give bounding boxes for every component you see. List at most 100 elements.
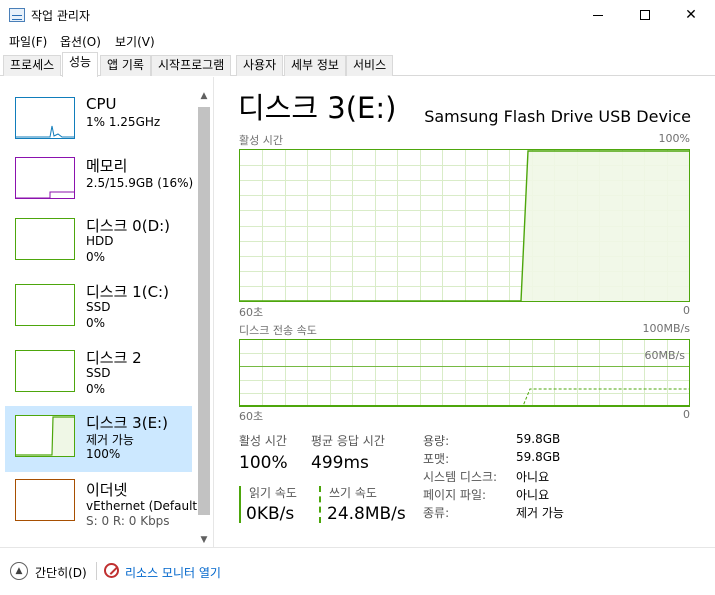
tab-bar: 프로세스 성능 앱 기록 시작프로그램 사용자 세부 정보 서비스 bbox=[0, 52, 715, 77]
sidebar-item-ethernet[interactable]: 이더넷 vEthernet (Default... S: 0 R: 0 Kbps bbox=[5, 477, 209, 543]
sidebar-item-memory[interactable]: 메모리 2.5/15.9GB (16%) bbox=[5, 157, 194, 223]
system-disk-label: 시스템 디스크: bbox=[423, 470, 498, 484]
sidebar-item-disk-2[interactable]: 디스크 2 SSD 0% bbox=[5, 347, 192, 413]
sidebar-item-usage: 0% bbox=[86, 316, 106, 330]
page-file-label: 페이지 파일: bbox=[423, 488, 487, 502]
cpu-thumbnail bbox=[15, 97, 75, 139]
type-label: 종류: bbox=[423, 506, 450, 520]
read-speed-label: 읽기 속도 bbox=[249, 486, 297, 500]
tab-processes[interactable]: 프로세스 bbox=[3, 55, 62, 76]
scroll-down-arrow-icon[interactable]: ▼ bbox=[197, 535, 211, 547]
active-time-graph-plot bbox=[240, 150, 689, 302]
task-manager-icon bbox=[9, 8, 25, 22]
sidebar-item-usage: 0% bbox=[86, 382, 106, 396]
active-time-label: 활성 시간 bbox=[239, 434, 287, 448]
active-time-graph-end: 0 bbox=[683, 304, 690, 317]
menu-file[interactable]: 파일(F) bbox=[9, 33, 47, 50]
sidebar-item-detail: HDD bbox=[86, 234, 114, 248]
memory-thumbnail bbox=[15, 157, 75, 199]
tab-users[interactable]: 사용자 bbox=[236, 55, 284, 76]
type-value: 제거 가능 bbox=[516, 506, 564, 520]
scroll-up-arrow-icon[interactable]: ▲ bbox=[197, 91, 211, 103]
disk-2-thumbnail bbox=[15, 350, 75, 392]
sidebar-item-title: 디스크 0(D:) bbox=[86, 217, 171, 235]
transfer-graph-label: 디스크 전송 속도 bbox=[239, 324, 317, 337]
page-file-value: 아니요 bbox=[516, 488, 550, 502]
sidebar-item-title: 이더넷 bbox=[86, 481, 128, 499]
sidebar-item-detail: SSD bbox=[86, 366, 111, 380]
minimize-button[interactable] bbox=[575, 0, 621, 30]
sidebar-item-usage: 0% bbox=[86, 250, 106, 264]
scrollbar-thumb[interactable] bbox=[198, 107, 210, 515]
tab-startup[interactable]: 시작프로그램 bbox=[151, 55, 232, 76]
sidebar-item-disk-1[interactable]: 디스크 1(C:) SSD 0% bbox=[5, 281, 192, 347]
chevron-up-icon[interactable]: ▲ bbox=[10, 562, 28, 580]
sidebar-item-title: CPU bbox=[86, 95, 117, 113]
system-disk-value: 아니요 bbox=[516, 470, 550, 484]
tab-app-history[interactable]: 앱 기록 bbox=[100, 55, 151, 76]
device-name: Samsung Flash Drive USB Device bbox=[424, 107, 691, 126]
sidebar-item-title: 메모리 bbox=[86, 157, 128, 175]
write-speed-indicator bbox=[319, 486, 321, 523]
sidebar-item-title: 디스크 3(E:) bbox=[86, 414, 168, 432]
performance-sidebar: CPU 1% 1.25GHz 메모리 2.5/15.9GB (16%) 디스크 … bbox=[0, 77, 214, 547]
footer-divider bbox=[96, 562, 97, 580]
sidebar-item-usage: 100% bbox=[86, 447, 121, 461]
cpu-thumbnail-graph bbox=[16, 125, 74, 138]
tab-services[interactable]: 서비스 bbox=[346, 55, 394, 76]
sidebar-item-disk-0[interactable]: 디스크 0(D:) HDD 0% bbox=[5, 215, 192, 281]
transfer-graph-start: 60초 bbox=[239, 410, 264, 423]
avg-response-value: 499ms bbox=[311, 453, 369, 473]
sidebar-item-usage: S: 0 R: 0 Kbps bbox=[86, 514, 170, 528]
formatted-label: 포맷: bbox=[423, 452, 450, 466]
sidebar-item-detail: vEthernet (Default... bbox=[86, 499, 209, 513]
window-title: 작업 관리자 bbox=[31, 9, 91, 23]
close-button[interactable]: ✕ bbox=[668, 0, 714, 30]
menu-bar: 파일(F) 옵션(O) 보기(V) bbox=[0, 30, 715, 52]
write-speed-value: 24.8MB/s bbox=[327, 504, 406, 524]
active-time-fill-area bbox=[521, 151, 689, 301]
transfer-graph-end: 0 bbox=[683, 408, 690, 421]
sidebar-item-title: 디스크 2 bbox=[86, 349, 142, 367]
disk-3-thumbnail-graph bbox=[16, 416, 74, 456]
sidebar-item-cpu[interactable]: CPU 1% 1.25GHz bbox=[5, 91, 192, 157]
active-time-graph-start: 60초 bbox=[239, 306, 264, 319]
sidebar-item-disk-3[interactable]: 디스크 3(E:) 제거 가능 100% bbox=[5, 406, 192, 472]
sidebar-scrollbar[interactable]: ▲ ▼ bbox=[197, 85, 211, 545]
open-resource-monitor-link[interactable]: 리소스 모니터 열기 bbox=[125, 564, 221, 581]
tab-performance[interactable]: 성능 bbox=[62, 52, 99, 77]
menu-view[interactable]: 보기(V) bbox=[115, 33, 155, 50]
active-time-value: 100% bbox=[239, 453, 288, 473]
formatted-value: 59.8GB bbox=[516, 450, 561, 464]
menu-options[interactable]: 옵션(O) bbox=[60, 33, 101, 50]
active-time-max-label: 100% bbox=[658, 132, 690, 145]
title-bar: 작업 관리자 ✕ bbox=[0, 0, 715, 30]
transfer-rate-graph: 60MB/s bbox=[239, 339, 690, 407]
read-speed-value: 0KB/s bbox=[246, 504, 295, 524]
tab-details[interactable]: 세부 정보 bbox=[284, 55, 346, 76]
ethernet-thumbnail bbox=[15, 479, 75, 521]
sidebar-item-detail: 제거 가능 bbox=[86, 433, 134, 447]
transfer-rate-graph-plot bbox=[240, 340, 689, 407]
resource-monitor-icon[interactable] bbox=[104, 563, 119, 578]
capacity-label: 용량: bbox=[423, 434, 450, 448]
maximize-button[interactable] bbox=[622, 0, 668, 30]
active-time-graph bbox=[239, 149, 690, 302]
fewer-details-button[interactable]: 간단히(D) bbox=[35, 564, 87, 581]
minimize-icon bbox=[593, 14, 603, 16]
disk-1-thumbnail bbox=[15, 284, 75, 326]
sidebar-item-detail: 2.5/15.9GB (16%) bbox=[86, 176, 194, 190]
footer-bar: ▲ 간단히(D) 리소스 모니터 열기 bbox=[0, 547, 715, 595]
read-speed-indicator bbox=[239, 486, 241, 523]
transfer-graph-max-label: 100MB/s bbox=[642, 322, 690, 335]
sidebar-item-title: 디스크 1(C:) bbox=[86, 283, 169, 301]
memory-thumbnail-graph bbox=[16, 191, 74, 198]
sidebar-item-detail: SSD bbox=[86, 300, 111, 314]
maximize-icon bbox=[640, 10, 650, 20]
active-time-graph-label: 활성 시간 bbox=[239, 134, 283, 147]
avg-response-label: 평균 응답 시간 bbox=[311, 434, 385, 448]
capacity-value: 59.8GB bbox=[516, 432, 561, 446]
disk-0-thumbnail bbox=[15, 218, 75, 260]
page-title: 디스크 3(E:) bbox=[238, 91, 397, 125]
transfer-graph-mid-label: 60MB/s bbox=[644, 349, 685, 362]
